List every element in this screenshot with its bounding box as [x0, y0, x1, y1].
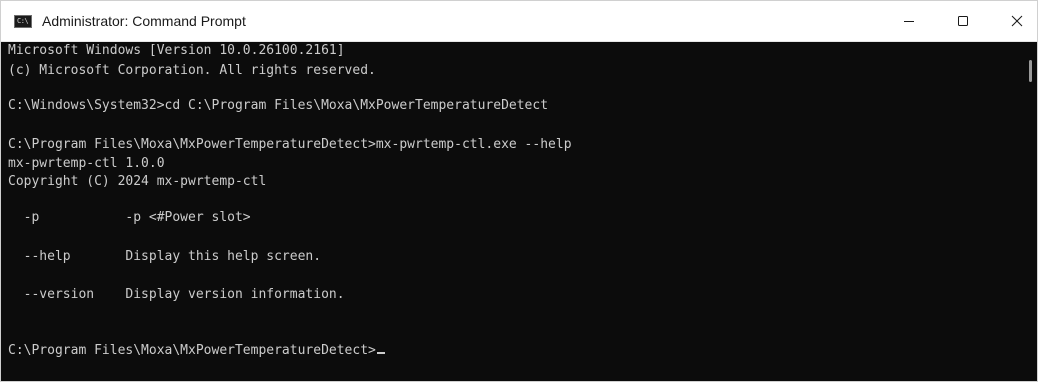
command-prompt-icon[interactable]: C:\	[14, 15, 32, 28]
minimize-icon	[904, 21, 914, 22]
command-prompt-window: C:\ Administrator: Command Prompt Micros…	[0, 0, 1038, 382]
close-button[interactable]	[994, 1, 1037, 41]
text-cursor	[376, 352, 385, 354]
minimize-button[interactable]	[886, 1, 932, 41]
terminal-line: C:\Program Files\Moxa\MxPowerTemperature…	[8, 137, 572, 152]
terminal-line: --help Display this help screen.	[8, 249, 322, 264]
terminal-line: Microsoft Windows [Version 10.0.26100.21…	[8, 43, 345, 58]
maximize-icon	[958, 16, 968, 26]
app-icon-glyph: C:\	[17, 17, 29, 25]
prompt-text: C:\Program Files\Moxa\MxPowerTemperature…	[8, 343, 376, 358]
maximize-button[interactable]	[940, 1, 986, 41]
close-icon	[1011, 15, 1023, 27]
terminal-line: (c) Microsoft Corporation. All rights re…	[8, 63, 376, 78]
window-title: Administrator: Command Prompt	[42, 13, 246, 29]
terminal-line: C:\Windows\System32>cd C:\Program Files\…	[8, 98, 549, 113]
scrollbar-thumb[interactable]	[1029, 60, 1032, 82]
terminal-line: --version Display version information.	[8, 287, 345, 302]
terminal-line: mx-pwrtemp-ctl 1.0.0	[8, 156, 165, 171]
terminal-line: -p -p <#Power slot>	[8, 210, 251, 225]
vertical-scrollbar[interactable]	[1025, 42, 1037, 381]
terminal-output[interactable]: Microsoft Windows [Version 10.0.26100.21…	[1, 42, 1025, 381]
prompt-line: C:\Program Files\Moxa\MxPowerTemperature…	[8, 342, 385, 359]
terminal-line: Copyright (C) 2024 mx-pwrtemp-ctl	[8, 174, 267, 189]
title-bar[interactable]: C:\ Administrator: Command Prompt	[1, 1, 1037, 42]
